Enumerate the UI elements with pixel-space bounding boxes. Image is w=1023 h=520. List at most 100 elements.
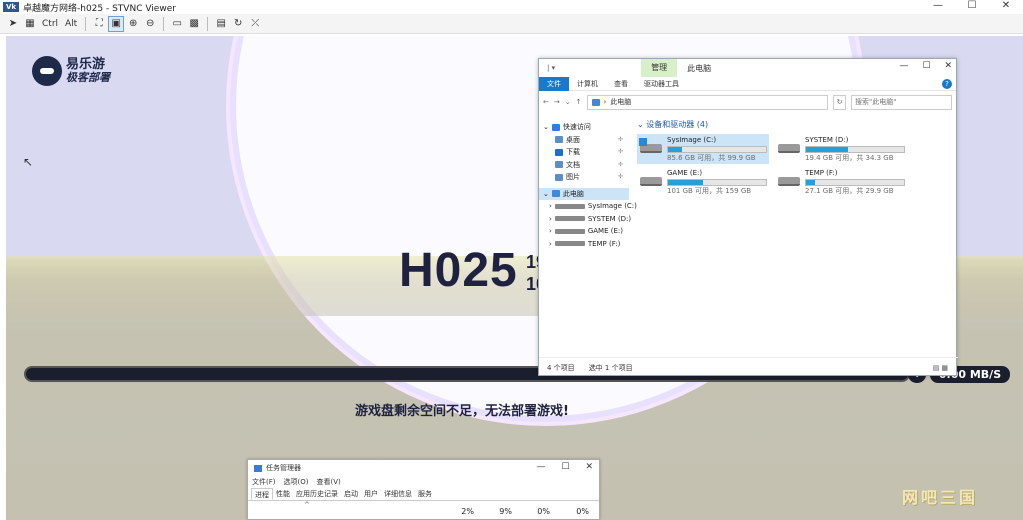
zoom-out-icon[interactable]: ⊖ xyxy=(143,17,157,31)
quick-access-toolbar[interactable]: | ▾ xyxy=(547,64,555,72)
recent-locations-icon[interactable]: ⌄ xyxy=(565,98,571,106)
process-column-header: ^ 2% 9% 0% 0% xyxy=(248,501,599,519)
tab-manage[interactable]: 管理 xyxy=(641,59,678,77)
menu-file[interactable]: 文件(F) xyxy=(252,477,276,487)
tab-file[interactable]: 文件 xyxy=(539,76,569,91)
drive-tile-f[interactable]: TEMP (F:) 27.1 GB 可用，共 29.9 GB xyxy=(775,167,907,197)
tab-details[interactable]: 详细信息 xyxy=(381,488,415,500)
nav-item-pictures[interactable]: 图片 ✢ xyxy=(539,171,629,184)
tm-close-button[interactable]: ✕ xyxy=(585,462,593,472)
explorer-body: ⌄ 快速访问 桌面 ✢ 下载 ✢ 文档 ✢ 图片 ✢ ⌄ 此电脑 › SysIm… xyxy=(539,115,958,357)
menu-view[interactable]: 查看(V) xyxy=(316,477,340,487)
menu-options[interactable]: 选项(O) xyxy=(284,477,309,487)
tab-users[interactable]: 用户 xyxy=(361,488,381,500)
screenshot-icon[interactable]: ▭ xyxy=(170,17,184,31)
column-memory[interactable]: 9% xyxy=(482,507,512,516)
drive-usage-fill xyxy=(806,147,849,152)
fit-window-icon[interactable]: ▣ xyxy=(108,15,125,32)
drive-tile-e[interactable]: GAME (E:) 101 GB 可用，共 159 GB xyxy=(637,167,769,197)
explorer-titlebar: | ▾ 管理 此电脑 — ☐ ✕ xyxy=(539,59,956,77)
expand-icon[interactable]: ⌄ xyxy=(543,121,549,134)
remote-desktop[interactable]: 易乐游 极客部署 ↖ H025 19 10 ⬇ 0.00 MB/S 游戏盘剩余空… xyxy=(6,36,1023,520)
clipboard-icon[interactable]: ▤ xyxy=(214,17,228,31)
tm-maximize-button[interactable]: ☐ xyxy=(561,462,569,472)
tab-processes[interactable]: 进程 xyxy=(251,488,273,500)
nav-item-drive-e[interactable]: › GAME (E:) xyxy=(539,225,629,238)
collapse-icon[interactable]: › xyxy=(549,200,552,213)
logo-subtitle: 极客部署 xyxy=(66,71,110,84)
address-path[interactable]: 此电脑 xyxy=(610,97,631,107)
drive-tile-d[interactable]: SYSTEM (D:) 19.4 GB 可用，共 34.3 GB xyxy=(775,134,907,164)
zoom-in-icon[interactable]: ⊕ xyxy=(126,17,140,31)
nav-item-drive-f[interactable]: › TEMP (F:) xyxy=(539,238,629,251)
help-icon[interactable]: ? xyxy=(942,78,952,89)
nav-item-this-pc[interactable]: ⌄ 此电脑 xyxy=(539,187,629,201)
tab-computer[interactable]: 计算机 xyxy=(569,79,606,89)
nav-item-downloads[interactable]: 下载 ✢ xyxy=(539,146,629,159)
tab-startup[interactable]: 启动 xyxy=(341,488,361,500)
task-manager-window[interactable]: 任务管理器 — ☐ ✕ 文件(F) 选项(O) 查看(V) 进程 性能 应用历史… xyxy=(247,459,600,520)
nav-label: 此电脑 xyxy=(562,189,584,198)
sort-up-icon[interactable]: ^ xyxy=(304,501,310,509)
nav-item-quick-access[interactable]: ⌄ 快速访问 xyxy=(539,121,629,134)
tab-performance[interactable]: 性能 xyxy=(273,488,293,500)
close-button[interactable]: ✕ xyxy=(989,0,1023,14)
search-input[interactable] xyxy=(851,94,952,110)
drive-usage-fill xyxy=(668,180,704,185)
refresh-icon[interactable]: ↻ xyxy=(231,17,245,31)
column-disk[interactable]: 0% xyxy=(520,507,550,516)
tab-services[interactable]: 服务 xyxy=(415,488,435,500)
nav-item-drive-c[interactable]: › SysImage (C:) xyxy=(539,200,637,213)
nav-item-drive-d[interactable]: › SYSTEM (D:) xyxy=(539,213,631,226)
file-explorer-window[interactable]: | ▾ 管理 此电脑 — ☐ ✕ 文件 计算机 查看 驱动器工具 ? ← → ⌄… xyxy=(538,58,958,377)
column-cpu[interactable]: 2% xyxy=(444,507,474,516)
address-bar[interactable]: › 此电脑 xyxy=(586,94,829,110)
options-icon[interactable]: ▦ xyxy=(23,17,37,31)
window-controls: — ☐ ✕ xyxy=(921,0,1023,14)
view-toggle-icons[interactable]: ▤▦ xyxy=(933,364,950,372)
minimize-button[interactable]: — xyxy=(921,0,955,14)
item-count: 4 个项目 xyxy=(547,363,575,372)
collapse-icon[interactable]: › xyxy=(549,213,552,226)
breadcrumb-separator: › xyxy=(603,98,607,106)
image-icon[interactable]: ▩ xyxy=(187,17,201,31)
nav-label: 桌面 xyxy=(566,135,580,144)
drive-name: TEMP (F:) xyxy=(805,169,838,177)
tab-app-history[interactable]: 应用历史记录 xyxy=(293,488,341,500)
refresh-address-icon[interactable]: ↻ xyxy=(833,94,846,110)
back-icon[interactable]: ← xyxy=(543,98,549,106)
navigation-pane[interactable]: ⌄ 快速访问 桌面 ✢ 下载 ✢ 文档 ✢ 图片 ✢ ⌄ 此电脑 › SysIm… xyxy=(539,115,637,357)
send-icon[interactable]: ➤ xyxy=(6,17,20,31)
drive-usage-bar xyxy=(805,146,905,153)
expand-icon[interactable]: ⌄ xyxy=(543,188,549,201)
nav-item-desktop[interactable]: 桌面 ✢ xyxy=(539,134,629,147)
devices-group-title[interactable]: ⌄ 设备和驱动器 (4) xyxy=(637,119,958,130)
brand-logo: 易乐游 极客部署 xyxy=(32,56,110,86)
forward-icon[interactable]: → xyxy=(554,98,560,106)
explorer-maximize-button[interactable]: ☐ xyxy=(922,61,930,71)
collapse-icon[interactable]: › xyxy=(549,238,552,251)
drive-space-info: 19.4 GB 可用，共 34.3 GB xyxy=(805,154,894,162)
tab-drive-tools[interactable]: 驱动器工具 xyxy=(636,79,687,89)
explorer-minimize-button[interactable]: — xyxy=(899,61,908,71)
explorer-close-button[interactable]: ✕ xyxy=(944,61,952,71)
group-label: 设备和驱动器 (4) xyxy=(646,120,709,129)
toolbar-divider xyxy=(207,16,209,31)
disconnect-icon[interactable]: ⤫ xyxy=(248,17,262,31)
tm-minimize-button[interactable]: — xyxy=(536,462,545,472)
ctrl-button[interactable]: Ctrl xyxy=(40,17,60,31)
drive-space-info: 27.1 GB 可用，共 29.9 GB xyxy=(805,187,894,195)
up-icon[interactable]: ↑ xyxy=(576,98,582,106)
explorer-status-bar: 4 个项目 选中 1 个项目 ▤▦ xyxy=(539,357,958,377)
nav-label: 文档 xyxy=(566,160,580,169)
download-folder-icon xyxy=(555,148,563,156)
nav-item-documents[interactable]: 文档 ✢ xyxy=(539,159,629,172)
drive-tile-c[interactable]: SysImage (C:) 85.6 GB 可用，共 99.9 GB xyxy=(637,134,769,164)
maximize-button[interactable]: ☐ xyxy=(955,0,989,14)
fullscreen-icon[interactable]: ⛶ xyxy=(92,17,106,31)
collapse-icon[interactable]: › xyxy=(549,225,552,238)
vnc-titlebar: Vk 卓越魔方网络-h025 - STVNC Viewer — ☐ ✕ xyxy=(0,0,1023,14)
alt-button[interactable]: Alt xyxy=(63,17,79,31)
column-network[interactable]: 0% xyxy=(559,507,589,516)
tab-view[interactable]: 查看 xyxy=(606,79,636,89)
